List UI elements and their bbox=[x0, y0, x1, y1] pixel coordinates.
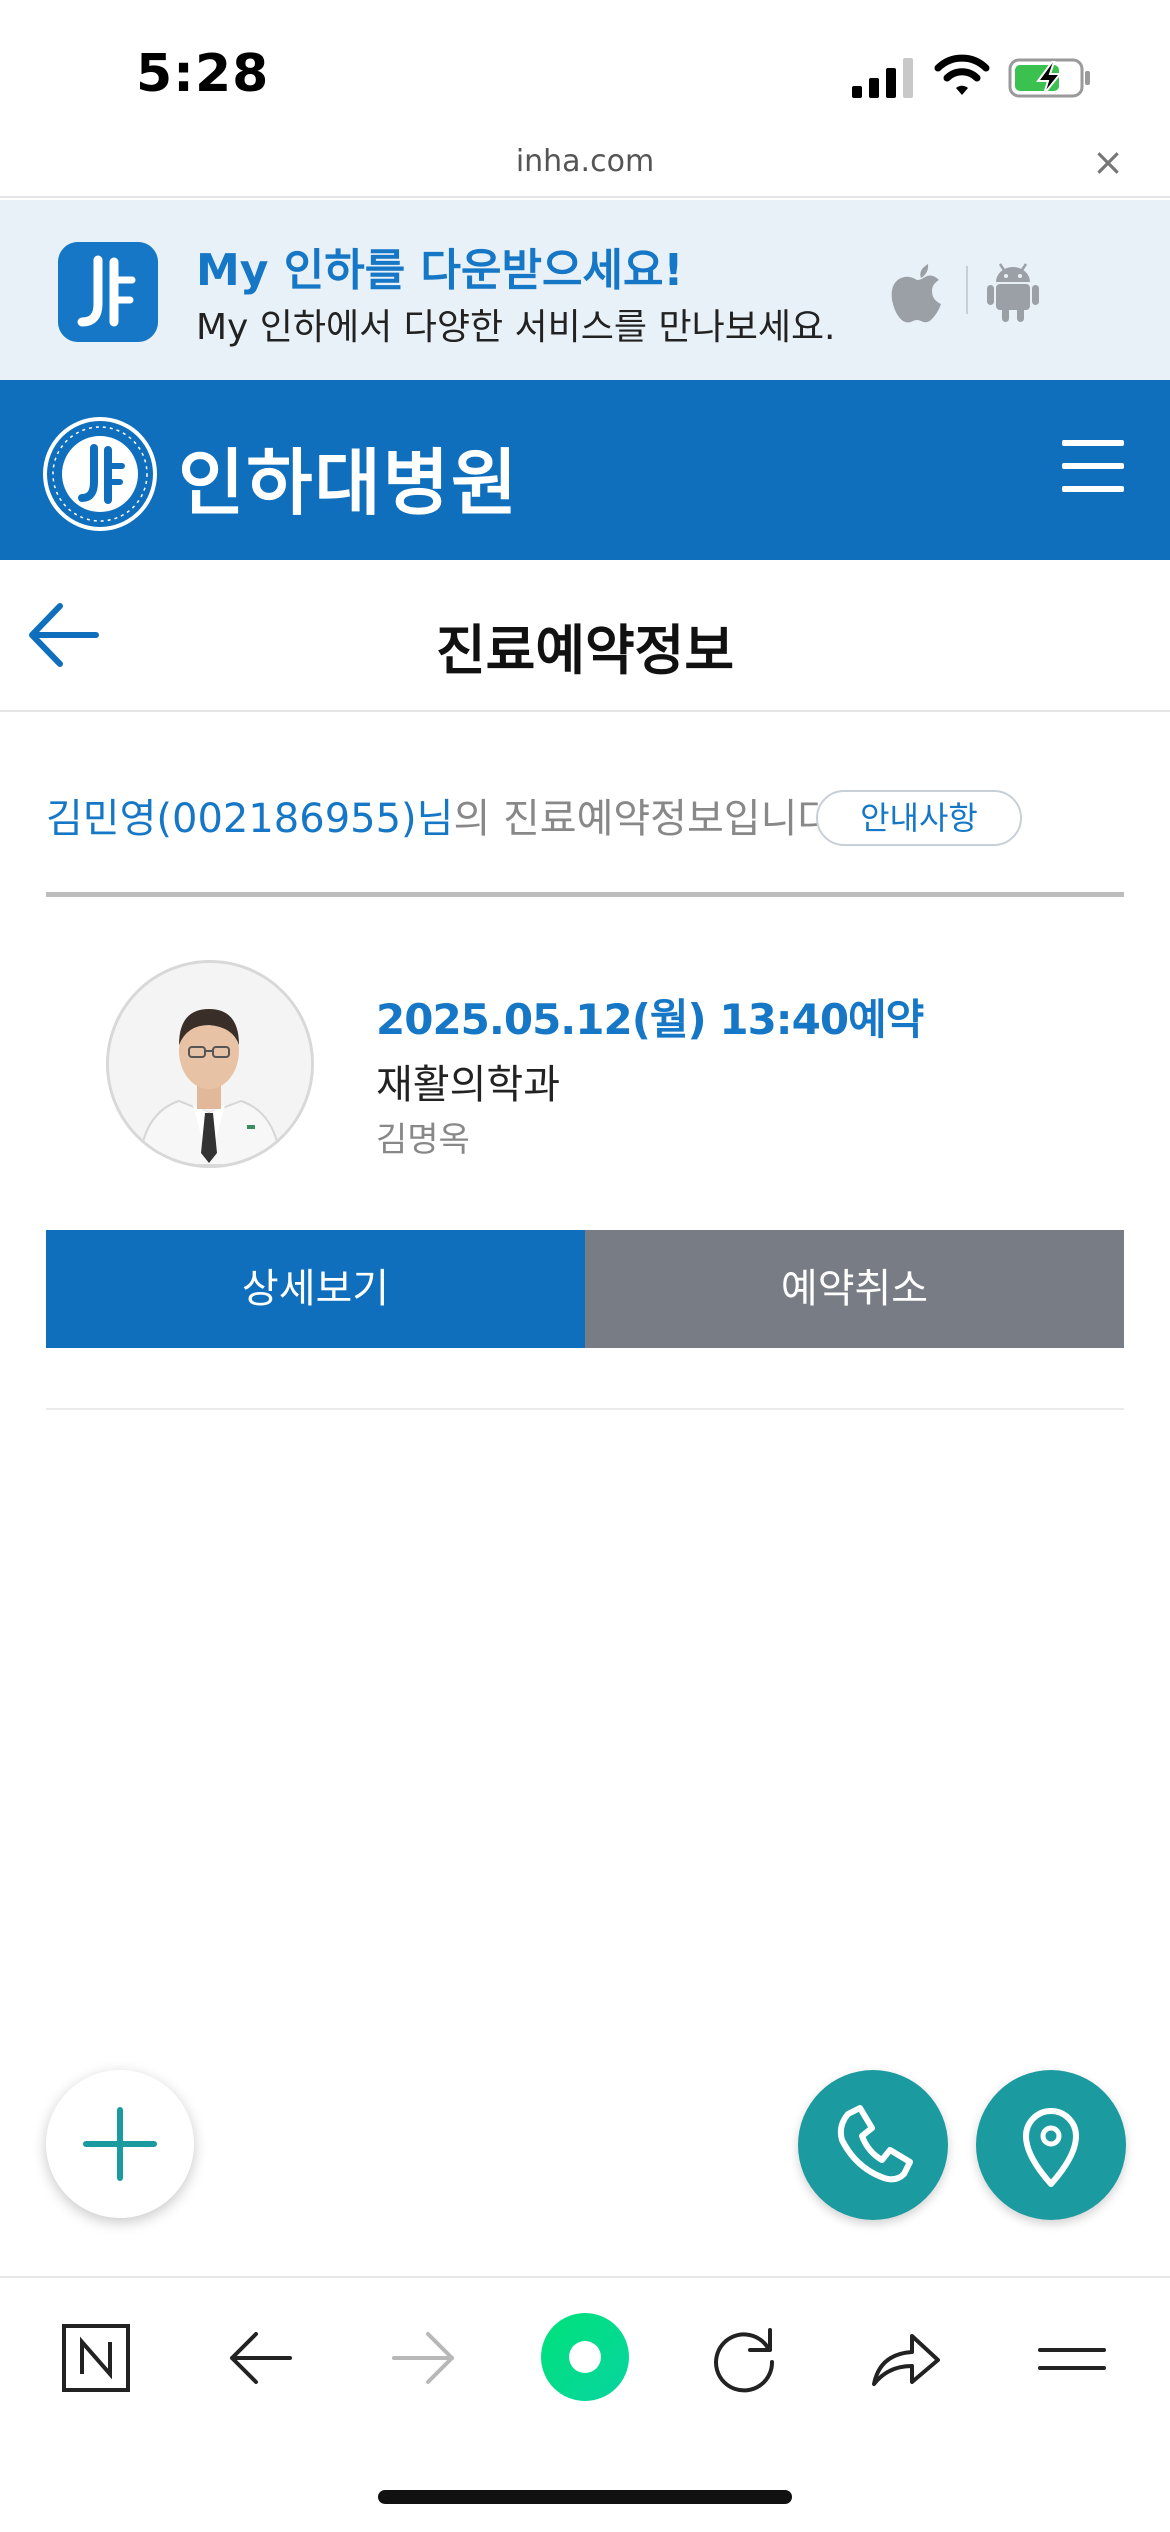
url-bar: inha.com × bbox=[0, 140, 1170, 198]
appointment-datetime: 2025.05.12(월) 13:40예약 bbox=[376, 995, 924, 1044]
url-text[interactable]: inha.com bbox=[0, 144, 1170, 179]
home-indicator bbox=[378, 2490, 792, 2504]
battery-charging-icon bbox=[1008, 58, 1090, 98]
app-logo-icon bbox=[58, 242, 158, 342]
map-pin-icon bbox=[1023, 2108, 1079, 2187]
screen: 5:28 inha.com × My 인하를 다운받으세요! My 인하에서 다… bbox=[0, 0, 1170, 2532]
naver-n-icon[interactable] bbox=[56, 2318, 136, 2398]
call-button[interactable] bbox=[798, 2070, 948, 2220]
site-header: 인하대병원 bbox=[0, 380, 1170, 560]
location-button[interactable] bbox=[976, 2070, 1126, 2220]
phone-icon bbox=[837, 2105, 913, 2183]
card-divider bbox=[46, 1408, 1124, 1410]
patient-name-id: 김민영(002186955)님 bbox=[46, 796, 454, 842]
back-icon[interactable] bbox=[220, 2318, 300, 2398]
close-icon[interactable]: × bbox=[1092, 140, 1124, 184]
page-title: 진료예약정보 bbox=[435, 619, 735, 682]
page-header: 진료예약정보 bbox=[0, 560, 1170, 712]
hamburger-menu-icon[interactable] bbox=[1062, 440, 1124, 492]
quick-menu-button[interactable] bbox=[46, 2070, 194, 2218]
view-detail-button[interactable]: 상세보기 bbox=[46, 1230, 585, 1348]
plus-icon bbox=[83, 2107, 157, 2181]
forward-icon[interactable] bbox=[384, 2318, 464, 2398]
signal-icon bbox=[852, 58, 913, 98]
status-bar: 5:28 bbox=[0, 0, 1170, 140]
menu-lines-icon[interactable] bbox=[1032, 2318, 1112, 2398]
hospital-emblem-icon[interactable] bbox=[42, 416, 158, 532]
notice-button[interactable]: 안내사항 bbox=[816, 790, 1022, 846]
android-icon[interactable] bbox=[986, 260, 1040, 324]
banner-title: My 인하를 다운받으세요! bbox=[196, 245, 684, 296]
reload-icon[interactable] bbox=[704, 2318, 784, 2398]
apple-icon[interactable] bbox=[888, 260, 946, 324]
cancel-reservation-button[interactable]: 예약취소 bbox=[585, 1230, 1124, 1348]
doctor-avatar bbox=[106, 960, 314, 1168]
reservation-info-line: 김민영(002186955)님의 진료예약정보입니다. bbox=[46, 786, 847, 844]
share-icon[interactable] bbox=[866, 2318, 946, 2398]
hospital-logo-text[interactable]: 인하대병원 bbox=[178, 424, 519, 529]
appointment-department: 재활의학과 bbox=[376, 1062, 560, 1108]
section-divider bbox=[46, 892, 1124, 897]
green-dot-icon[interactable] bbox=[538, 2310, 632, 2404]
status-time: 5:28 bbox=[136, 44, 270, 104]
app-download-banner[interactable]: My 인하를 다운받으세요! My 인하에서 다양한 서비스를 만나보세요. bbox=[0, 200, 1170, 380]
wifi-icon bbox=[934, 54, 990, 95]
banner-subtitle: My 인하에서 다양한 서비스를 만나보세요. bbox=[196, 307, 836, 348]
appointment-doctor: 김명옥 bbox=[376, 1120, 470, 1160]
info-text: 의 진료예약정보입니다. bbox=[453, 796, 847, 842]
banner-divider bbox=[966, 266, 968, 314]
